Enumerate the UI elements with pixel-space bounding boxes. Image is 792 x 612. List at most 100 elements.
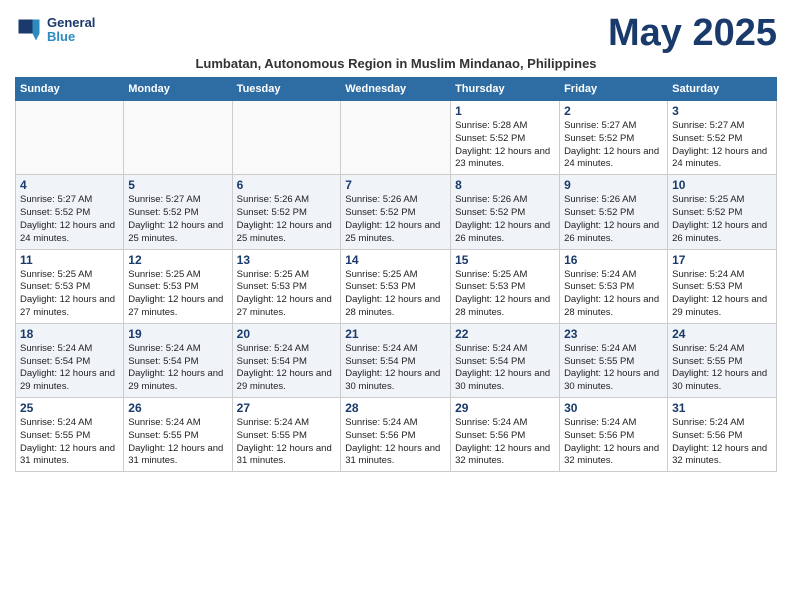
day-number: 11 [20,253,119,267]
calendar-cell: 8 Sunrise: 5:26 AMSunset: 5:52 PMDaylight… [451,175,560,249]
calendar-row-1: 1 Sunrise: 5:28 AMSunset: 5:52 PMDaylight… [16,101,777,175]
weekday-header-saturday: Saturday [668,78,777,101]
day-number: 10 [672,178,772,192]
day-detail: Sunrise: 5:24 AMSunset: 5:56 PMDaylight:… [345,417,446,468]
day-detail: Sunrise: 5:25 AMSunset: 5:53 PMDaylight:… [237,269,337,320]
calendar-cell: 20 Sunrise: 5:24 AMSunset: 5:54 PMDayligh… [232,323,341,397]
day-number: 2 [564,104,663,118]
day-number: 14 [345,253,446,267]
calendar-cell: 7 Sunrise: 5:26 AMSunset: 5:52 PMDaylight… [341,175,451,249]
day-detail: Sunrise: 5:24 AMSunset: 5:55 PMDaylight:… [128,417,227,468]
calendar-cell [16,101,124,175]
day-detail: Sunrise: 5:25 AMSunset: 5:53 PMDaylight:… [20,269,119,320]
weekday-header-thursday: Thursday [451,78,560,101]
day-number: 5 [128,178,227,192]
month-title: May 2025 [608,14,777,52]
calendar-row-2: 4Sunrise: 5:27 AMSunset: 5:52 PMDaylight… [16,175,777,249]
day-number: 13 [237,253,337,267]
calendar-cell: 29 Sunrise: 5:24 AMSunset: 5:56 PMDayligh… [451,398,560,472]
day-detail: Sunrise: 5:28 AMSunset: 5:52 PMDaylight:… [455,120,555,171]
day-number: 1 [455,104,555,118]
calendar-cell [124,101,232,175]
day-detail: Sunrise: 5:24 AMSunset: 5:55 PMDaylight:… [237,417,337,468]
calendar-cell: 28 Sunrise: 5:24 AMSunset: 5:56 PMDayligh… [341,398,451,472]
day-detail: Sunrise: 5:27 AMSunset: 5:52 PMDaylight:… [564,120,663,171]
day-detail: Sunrise: 5:24 AMSunset: 5:55 PMDaylight:… [20,417,119,468]
day-detail: Sunrise: 5:24 AMSunset: 5:55 PMDaylight:… [564,343,663,394]
calendar-cell: 16 Sunrise: 5:24 AMSunset: 5:53 PMDayligh… [560,249,668,323]
day-detail: Sunrise: 5:26 AMSunset: 5:52 PMDaylight:… [237,194,337,245]
day-detail: Sunrise: 5:24 AMSunset: 5:54 PMDaylight:… [20,343,119,394]
calendar-cell: 21 Sunrise: 5:24 AMSunset: 5:54 PMDayligh… [341,323,451,397]
day-number: 8 [455,178,555,192]
calendar-cell: 23 Sunrise: 5:24 AMSunset: 5:55 PMDayligh… [560,323,668,397]
day-number: 27 [237,401,337,415]
day-detail: Sunrise: 5:26 AMSunset: 5:52 PMDaylight:… [455,194,555,245]
day-number: 19 [128,327,227,341]
subtitle: Lumbatan, Autonomous Region in Muslim Mi… [15,56,777,71]
day-number: 28 [345,401,446,415]
logo-text: General Blue [47,16,95,45]
calendar-cell: 10Sunrise: 5:25 AMSunset: 5:52 PMDayligh… [668,175,777,249]
day-detail: Sunrise: 5:24 AMSunset: 5:53 PMDaylight:… [672,269,772,320]
calendar-cell: 5Sunrise: 5:27 AMSunset: 5:52 PMDaylight… [124,175,232,249]
day-number: 15 [455,253,555,267]
day-detail: Sunrise: 5:25 AMSunset: 5:53 PMDaylight:… [128,269,227,320]
logo-line1: General [47,16,95,30]
day-number: 7 [345,178,446,192]
day-number: 18 [20,327,119,341]
day-detail: Sunrise: 5:24 AMSunset: 5:56 PMDaylight:… [564,417,663,468]
calendar-row-5: 25 Sunrise: 5:24 AMSunset: 5:55 PMDayligh… [16,398,777,472]
calendar-cell: 30 Sunrise: 5:24 AMSunset: 5:56 PMDayligh… [560,398,668,472]
calendar-cell: 31 Sunrise: 5:24 AMSunset: 5:56 PMDayligh… [668,398,777,472]
day-number: 6 [237,178,337,192]
day-number: 22 [455,327,555,341]
logo-icon [15,16,43,44]
day-number: 25 [20,401,119,415]
calendar-cell: 13 Sunrise: 5:25 AMSunset: 5:53 PMDayligh… [232,249,341,323]
day-detail: Sunrise: 5:24 AMSunset: 5:54 PMDaylight:… [345,343,446,394]
day-number: 23 [564,327,663,341]
weekday-header-tuesday: Tuesday [232,78,341,101]
calendar-cell: 18 Sunrise: 5:24 AMSunset: 5:54 PMDayligh… [16,323,124,397]
day-number: 26 [128,401,227,415]
day-detail: Sunrise: 5:25 AMSunset: 5:53 PMDaylight:… [455,269,555,320]
calendar-cell: 27 Sunrise: 5:24 AMSunset: 5:55 PMDayligh… [232,398,341,472]
day-number: 31 [672,401,772,415]
day-number: 12 [128,253,227,267]
day-number: 24 [672,327,772,341]
day-detail: Sunrise: 5:24 AMSunset: 5:54 PMDaylight:… [128,343,227,394]
logo-line2: Blue [47,30,95,44]
day-number: 30 [564,401,663,415]
calendar-row-3: 11 Sunrise: 5:25 AMSunset: 5:53 PMDayligh… [16,249,777,323]
day-detail: Sunrise: 5:24 AMSunset: 5:53 PMDaylight:… [564,269,663,320]
day-detail: Sunrise: 5:24 AMSunset: 5:56 PMDaylight:… [672,417,772,468]
day-number: 29 [455,401,555,415]
day-number: 17 [672,253,772,267]
weekday-header-friday: Friday [560,78,668,101]
calendar-cell: 4Sunrise: 5:27 AMSunset: 5:52 PMDaylight… [16,175,124,249]
calendar-cell: 3Sunrise: 5:27 AMSunset: 5:52 PMDaylight… [668,101,777,175]
day-detail: Sunrise: 5:24 AMSunset: 5:55 PMDaylight:… [672,343,772,394]
day-detail: Sunrise: 5:24 AMSunset: 5:56 PMDaylight:… [455,417,555,468]
calendar-table: SundayMondayTuesdayWednesdayThursdayFrid… [15,77,777,472]
logo: General Blue [15,16,95,45]
day-number: 20 [237,327,337,341]
calendar-cell: 25 Sunrise: 5:24 AMSunset: 5:55 PMDayligh… [16,398,124,472]
calendar-cell [232,101,341,175]
calendar-cell: 2 Sunrise: 5:27 AMSunset: 5:52 PMDaylight… [560,101,668,175]
calendar-cell: 12 Sunrise: 5:25 AMSunset: 5:53 PMDayligh… [124,249,232,323]
day-detail: Sunrise: 5:24 AMSunset: 5:54 PMDaylight:… [237,343,337,394]
day-detail: Sunrise: 5:26 AMSunset: 5:52 PMDaylight:… [345,194,446,245]
calendar-cell: 1 Sunrise: 5:28 AMSunset: 5:52 PMDaylight… [451,101,560,175]
calendar-row-4: 18 Sunrise: 5:24 AMSunset: 5:54 PMDayligh… [16,323,777,397]
day-number: 3 [672,104,772,118]
day-number: 16 [564,253,663,267]
calendar-cell: 6 Sunrise: 5:26 AMSunset: 5:52 PMDaylight… [232,175,341,249]
calendar-cell: 15 Sunrise: 5:25 AMSunset: 5:53 PMDayligh… [451,249,560,323]
day-number: 21 [345,327,446,341]
calendar-cell: 19 Sunrise: 5:24 AMSunset: 5:54 PMDayligh… [124,323,232,397]
day-detail: Sunrise: 5:25 AMSunset: 5:53 PMDaylight:… [345,269,446,320]
calendar-cell: 22Sunrise: 5:24 AMSunset: 5:54 PMDayligh… [451,323,560,397]
day-number: 9 [564,178,663,192]
